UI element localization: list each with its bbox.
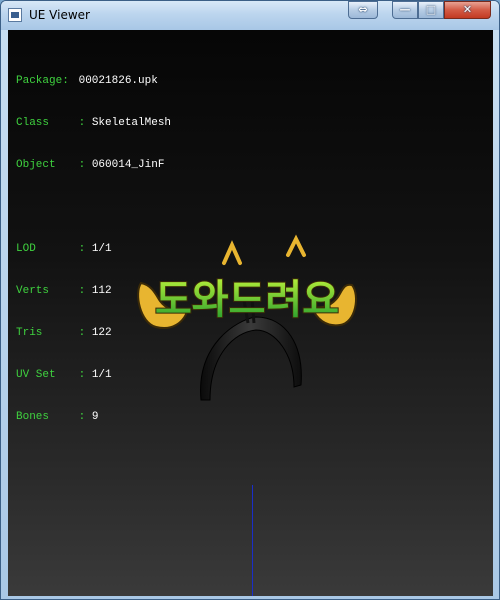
info-sep: :	[72, 327, 92, 339]
minimize-button[interactable]: —	[392, 1, 418, 19]
antenna-left	[222, 240, 242, 265]
info-class: Class : SkeletalMesh	[16, 116, 171, 130]
mesh-caption: 도와드려요	[155, 277, 339, 323]
info-value: 1/1	[91, 243, 112, 255]
info-label: UV Set	[16, 369, 56, 381]
app-icon	[8, 8, 22, 22]
info-value: 060014_JinF	[91, 159, 165, 171]
info-package: Package: 00021826.upk	[16, 74, 171, 88]
minimize-icon: —	[399, 3, 411, 16]
maximize-button[interactable]: □	[418, 1, 444, 19]
title-bar[interactable]: UE Viewer ⇔ — □ ✕	[1, 1, 499, 30]
info-label: LOD	[16, 243, 36, 255]
info-sep: :	[72, 285, 92, 297]
info-label: Class	[16, 117, 50, 129]
info-label: Tris	[16, 327, 43, 339]
info-label: Verts	[16, 285, 50, 297]
close-icon: ✕	[462, 3, 473, 16]
info-label: Object	[16, 159, 56, 171]
swap-icon: ⇔	[358, 3, 368, 16]
vertical-axis-line	[252, 485, 253, 596]
info-sep: :	[72, 411, 92, 423]
info-sep	[72, 75, 79, 87]
info-value: 00021826.upk	[78, 75, 158, 87]
info-sep: :	[72, 159, 92, 171]
headband-shape	[200, 316, 302, 401]
info-bones: Bones : 9	[16, 410, 171, 424]
3d-viewport[interactable]: Package: 00021826.upk Class : SkeletalMe…	[8, 30, 493, 596]
info-value: SkeletalMesh	[91, 117, 172, 129]
window-title: UE Viewer	[29, 8, 90, 22]
info-sep: :	[72, 369, 92, 381]
headband-mesh-render: 도와드려요	[137, 234, 357, 401]
info-value: 122	[91, 327, 112, 339]
info-sep: :	[72, 117, 92, 129]
app-window: UE Viewer ⇔ — □ ✕ Package: 00021826.upk …	[0, 0, 500, 600]
info-label: Bones	[16, 411, 50, 423]
swap-button[interactable]: ⇔	[348, 1, 378, 19]
antenna-right	[286, 234, 306, 257]
close-button[interactable]: ✕	[444, 1, 491, 19]
info-value: 9	[91, 411, 99, 423]
maximize-icon: □	[425, 3, 437, 16]
info-label: Package:	[16, 75, 69, 87]
info-value: 112	[91, 285, 112, 297]
info-sep: :	[72, 243, 92, 255]
info-value: 1/1	[91, 369, 112, 381]
info-object: Object : 060014_JinF	[16, 158, 171, 172]
